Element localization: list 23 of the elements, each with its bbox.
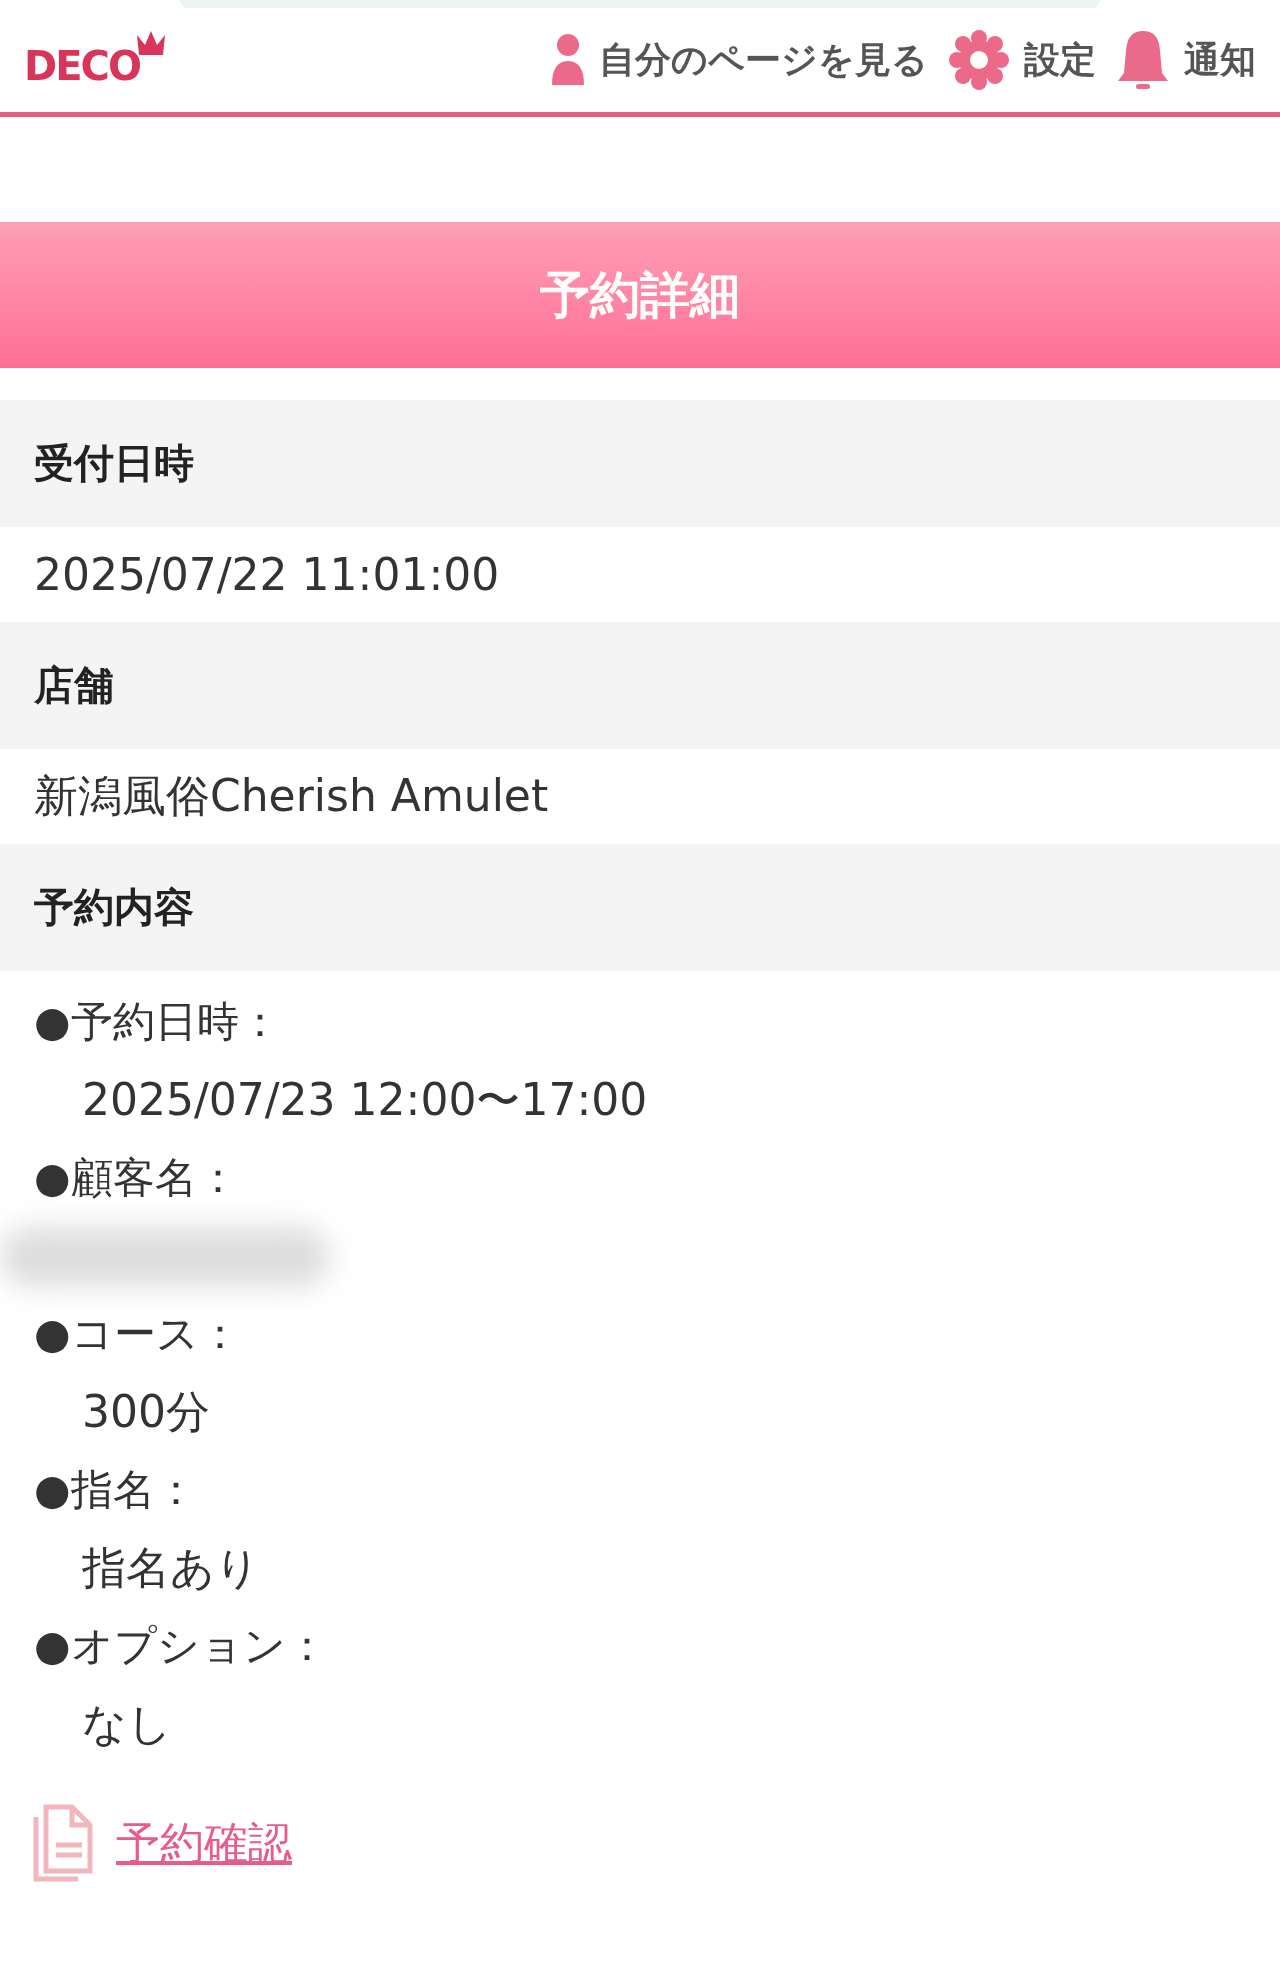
detail-label: ●予約日時： [34, 996, 282, 1048]
detail-value: なし [81, 1697, 173, 1751]
gear-icon [948, 29, 1010, 91]
detail-label: ●指名： [34, 1464, 198, 1516]
section-heading: 受付日時 [0, 400, 1280, 527]
bell-icon [1116, 29, 1170, 91]
detail-value: 300分 [81, 1385, 211, 1439]
person-icon [551, 33, 585, 87]
page-title: 予約詳細 [0, 222, 1280, 368]
section-heading: 店舗 [0, 622, 1280, 749]
detail-value: 2025/07/23 12:00〜17:00 [81, 1073, 649, 1127]
field-value: 2025/07/22 11:01:00 [33, 548, 501, 602]
nav-link[interactable]: 設定 [948, 29, 1096, 91]
nav-link[interactable]: 自分のページを見る [551, 33, 928, 87]
detail-label: ●顧客名： [34, 1152, 240, 1204]
detail-value: 指名あり [81, 1541, 261, 1595]
detail-label: ●オプション： [34, 1620, 329, 1672]
document-icon [32, 1803, 96, 1883]
detail-label: ●コース： [34, 1308, 242, 1360]
nav-link[interactable]: 通知 [1116, 29, 1256, 91]
logo[interactable]: DECO [24, 31, 140, 89]
section-heading: 予約内容 [0, 844, 1280, 971]
field-value: 新潟風俗Cherish Amulet [33, 769, 550, 823]
